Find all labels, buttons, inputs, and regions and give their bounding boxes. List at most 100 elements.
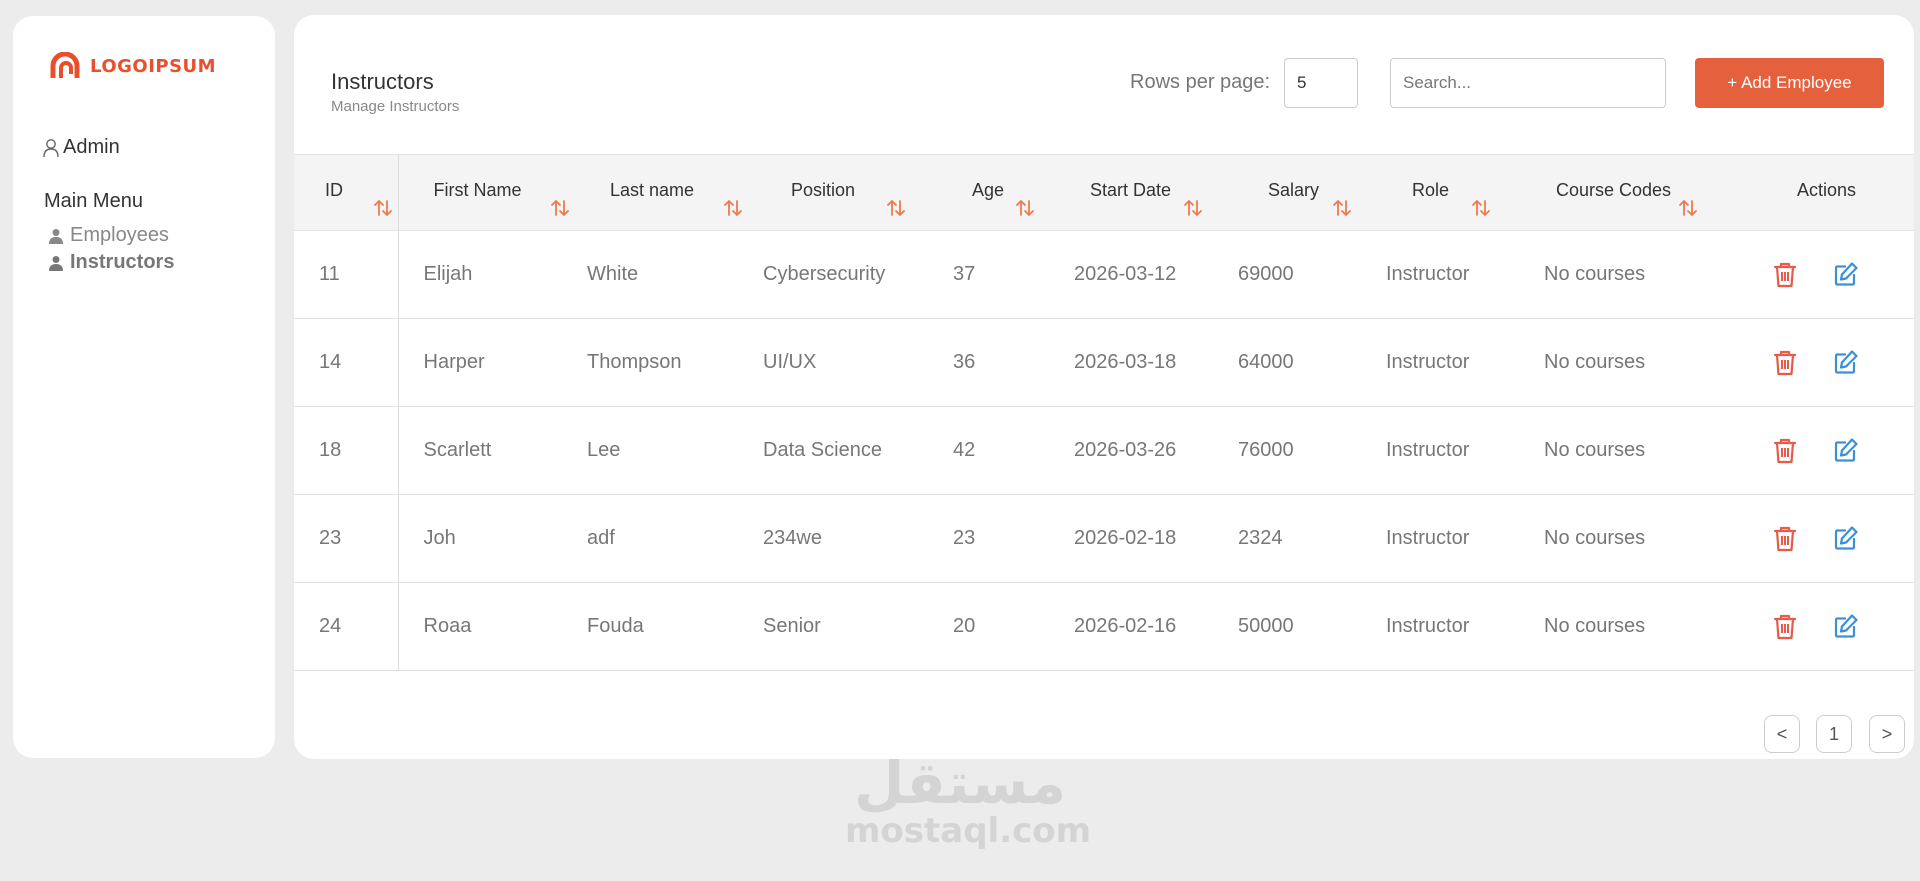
sidebar: LOGOIPSUM Admin Main Menu Employees Inst… <box>13 16 275 758</box>
sort-icon[interactable] <box>373 198 393 218</box>
search-input[interactable] <box>1390 58 1666 108</box>
watermark-latin: mostaql.com <box>845 811 1092 851</box>
table-cell-last-name: White <box>587 263 639 285</box>
table-row: 24 Roaa Fouda Senior 20 2026-02-16 50000 Instru… <box>294 582 1914 671</box>
table-cell-salary: 64000 <box>1238 351 1294 373</box>
column-header-label: First Name <box>433 180 522 200</box>
table-cell-course-codes: No courses <box>1544 615 1646 637</box>
column-header-label: ID <box>325 180 343 200</box>
table-row: 11 Elijah White Cybersecurity 37 2026-03-12 69… <box>294 230 1914 319</box>
edit-icon[interactable] <box>1833 525 1859 553</box>
table-cell-age: 20 <box>953 615 976 637</box>
column-header-age: Age <box>940 155 1060 231</box>
table-cell-position: Cybersecurity <box>763 263 886 285</box>
column-header-start-date: Start Date <box>1060 155 1233 231</box>
table-cell-id: 11 <box>294 230 399 319</box>
sidebar-item-label: Employees <box>70 224 169 246</box>
table-cell-actions <box>1720 583 1914 671</box>
column-header-position: Position <box>751 155 940 231</box>
user-icon <box>49 228 63 244</box>
user-outline-icon <box>43 138 59 157</box>
table-cell-start-date: 2026-03-26 <box>1074 439 1177 461</box>
table-cell-course-codes: No courses <box>1544 351 1646 373</box>
sort-icon[interactable] <box>886 198 906 218</box>
table-cell-first-name: Scarlett <box>423 439 492 461</box>
table-cell-role: Instructor <box>1386 351 1470 373</box>
table-cell-actions <box>1720 407 1914 495</box>
rows-per-page-label: Rows per page: <box>1130 71 1271 93</box>
menu-title: Main Menu <box>44 190 143 212</box>
edit-icon[interactable] <box>1833 261 1859 289</box>
column-header-course-codes: Course Codes <box>1524 155 1720 231</box>
page-subtitle: Manage Instructors <box>331 98 460 115</box>
column-header-role: Role <box>1370 155 1524 231</box>
table-cell-first-name: Roaa <box>423 615 472 637</box>
column-header-salary: Salary <box>1233 155 1370 231</box>
table-cell-salary: 50000 <box>1238 615 1294 637</box>
add-employee-button[interactable]: + Add Employee <box>1695 58 1884 108</box>
sort-icon[interactable] <box>550 198 570 218</box>
edit-icon[interactable] <box>1833 437 1859 465</box>
watermark: مستقل mostaql.com <box>845 749 1092 851</box>
table-cell-last-name: Thompson <box>587 351 682 373</box>
table-row: 18 Scarlett Lee Data Science 42 2026-03-26 760… <box>294 406 1914 495</box>
table-cell-age: 37 <box>953 263 976 285</box>
pagination-next-button[interactable]: > <box>1869 715 1905 753</box>
sort-icon[interactable] <box>723 198 743 218</box>
table-cell-start-date: 2026-03-18 <box>1074 351 1177 373</box>
column-header-id: ID <box>294 154 399 231</box>
main-panel: Instructors Manage Instructors Rows per … <box>294 15 1914 759</box>
table-row: 23 Joh adf 234we 23 2026-02-18 2324 Instructor N… <box>294 494 1914 583</box>
brand-name: LOGOIPSUM <box>90 55 217 77</box>
table-cell-salary: 76000 <box>1238 439 1294 461</box>
column-header-actions: Actions <box>1720 155 1914 231</box>
sort-icon[interactable] <box>1471 198 1491 218</box>
column-header-label: Position <box>791 180 856 200</box>
column-header-label: Actions <box>1797 180 1857 200</box>
user-name: Admin <box>63 136 120 158</box>
table-cell-start-date: 2026-02-16 <box>1074 615 1177 637</box>
edit-icon[interactable] <box>1833 613 1859 641</box>
watermark-arabic: مستقل <box>853 749 1067 817</box>
trash-icon[interactable] <box>1772 613 1798 641</box>
table-cell-position: UI/UX <box>763 351 817 373</box>
pagination-page-button[interactable]: 1 <box>1816 715 1852 753</box>
table-header-row: ID First Name Last name Position Age Sta… <box>294 154 1914 231</box>
column-header-label: Start Date <box>1090 180 1172 200</box>
table-cell-actions <box>1720 495 1914 583</box>
trash-icon[interactable] <box>1772 349 1798 377</box>
table-cell-first-name: Elijah <box>423 263 473 285</box>
trash-icon[interactable] <box>1772 261 1798 289</box>
table-cell-role: Instructor <box>1386 615 1470 637</box>
trash-icon[interactable] <box>1772 525 1798 553</box>
table-cell-last-name: Fouda <box>587 615 644 637</box>
column-header-label: Last name <box>610 180 695 200</box>
logo-mark-icon <box>50 52 80 78</box>
pagination-prev-button[interactable]: < <box>1764 715 1800 753</box>
table-cell-id: 18 <box>294 406 399 495</box>
table-cell-age: 36 <box>953 351 976 373</box>
table-cell-position: Data Science <box>763 439 882 461</box>
sidebar-item-employees[interactable]: Employees <box>49 224 169 247</box>
brand-logo[interactable]: LOGOIPSUM <box>49 52 216 80</box>
sort-icon[interactable] <box>1678 198 1698 218</box>
table-cell-actions <box>1720 231 1914 319</box>
table-cell-id: 23 <box>294 494 399 583</box>
table-cell-salary: 2324 <box>1238 527 1283 549</box>
sort-icon[interactable] <box>1015 198 1035 218</box>
table-cell-last-name: adf <box>587 527 615 549</box>
table-cell-last-name: Lee <box>587 439 621 461</box>
column-header-first-name: First Name <box>398 155 577 231</box>
sort-icon[interactable] <box>1183 198 1203 218</box>
column-header-label: Salary <box>1268 180 1320 200</box>
table-cell-salary: 69000 <box>1238 263 1294 285</box>
rows-per-page-input[interactable] <box>1284 58 1358 108</box>
table-cell-actions <box>1720 319 1914 407</box>
trash-icon[interactable] <box>1772 437 1798 465</box>
edit-icon[interactable] <box>1833 349 1859 377</box>
sort-icon[interactable] <box>1332 198 1352 218</box>
table-cell-id: 14 <box>294 318 399 407</box>
table-cell-first-name: Joh <box>423 527 456 549</box>
table-cell-first-name: Harper <box>423 351 485 373</box>
sidebar-item-instructors[interactable]: Instructors <box>49 251 174 274</box>
